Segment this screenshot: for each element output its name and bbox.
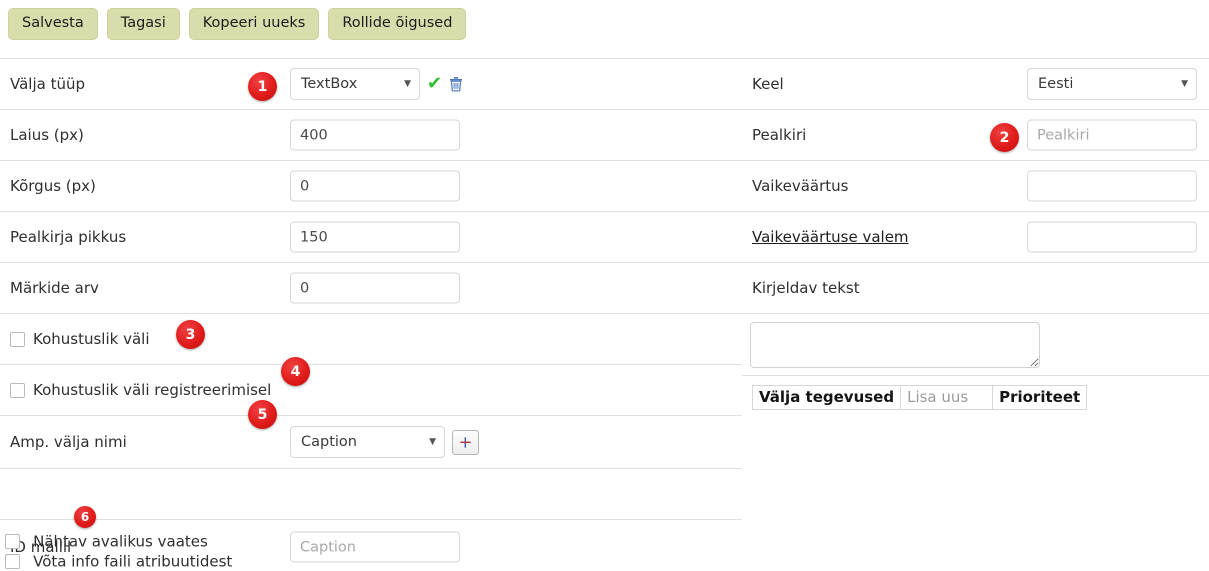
copy-as-new-button[interactable]: Kopeeri uueks	[188, 8, 320, 40]
language-controls: Eesti ▼	[1027, 68, 1197, 100]
public-view-checkbox[interactable]	[5, 534, 20, 549]
caption-length-input[interactable]	[290, 221, 460, 253]
label-required-field: Kohustuslik väli	[33, 330, 150, 348]
label-amp-field-name: Amp. välja nimi	[10, 433, 127, 451]
check-icon[interactable]: ✔	[427, 75, 442, 93]
label-language: Keel	[752, 75, 784, 93]
label-width: Laius (px)	[10, 126, 84, 144]
label-required-on-registration: Kohustuslik väli registreerimisel	[33, 381, 272, 399]
default-value-formula-input[interactable]	[1027, 221, 1197, 253]
public-view-row: Nähtav avalikus vaates	[0, 531, 400, 551]
required-field-checkbox[interactable]	[10, 331, 25, 347]
label-height: Kõrgus (px)	[10, 177, 96, 195]
annotation-badge-4: 4	[281, 357, 310, 386]
amp-field-controls: Caption ▼	[290, 426, 479, 458]
character-count-controls	[290, 272, 460, 304]
row-caption-length: Pealkirja pikkus	[0, 211, 742, 262]
toolbar: Salvesta Tagasi Kopeeri uueks Rollide õi…	[0, 0, 1209, 50]
row-spacer	[0, 468, 742, 519]
row-default-value-formula: Vaikeväärtuse valem	[742, 211, 1209, 262]
width-input[interactable]	[290, 119, 460, 151]
add-amp-field-button[interactable]	[452, 429, 479, 455]
row-caption: Pealkiri	[742, 109, 1209, 160]
field-actions-priority: Prioriteet	[992, 385, 1088, 410]
left-settings-column: Välja tüüp TextBox ▼ ✔ Laius (px) 400 Kõ…	[0, 58, 742, 571]
row-field-type: Välja tüüp TextBox ▼ ✔	[0, 58, 742, 109]
height-input[interactable]	[290, 170, 460, 202]
row-field-actions: Välja tegevused Lisa uus Prioriteet	[742, 375, 1209, 426]
right-settings-column: Keel Eesti ▼ Pealkiri Vaikeväärtus	[742, 58, 1209, 426]
label-default-value: Vaikeväärtus	[752, 177, 849, 195]
language-select-wrap: Eesti ▼	[1027, 68, 1197, 100]
trash-icon[interactable]	[449, 76, 463, 92]
label-default-value-formula-link[interactable]: Vaikeväärtuse valem	[742, 228, 909, 246]
default-value-formula-controls	[1027, 221, 1197, 253]
role-permissions-button[interactable]: Rollide õigused	[328, 8, 467, 40]
field-type-controls: TextBox ▼ ✔	[290, 68, 463, 100]
row-descriptive-textarea	[742, 313, 1209, 375]
annotation-badge-6: 6	[74, 506, 96, 528]
back-button[interactable]: Tagasi	[106, 8, 180, 40]
height-controls	[290, 170, 460, 202]
label-field-type: Välja tüüp	[10, 75, 85, 93]
label-file-attributes: Võta info faili atribuutidest	[33, 552, 233, 571]
amp-field-select-wrap: Caption ▼	[290, 426, 445, 458]
file-attributes-row: Võta info faili atribuutidest	[0, 551, 400, 571]
label-caption: Pealkiri	[752, 126, 807, 144]
field-actions-add-new[interactable]: Lisa uus	[900, 385, 994, 410]
row-language: Keel Eesti ▼	[742, 58, 1209, 109]
row-height: Kõrgus (px)	[0, 160, 742, 211]
label-public-view: Nähtav avalikus vaates	[33, 532, 208, 551]
default-value-controls	[1027, 170, 1197, 202]
default-value-input[interactable]	[1027, 170, 1197, 202]
field-actions-header: Välja tegevused	[751, 385, 902, 410]
row-character-count: Märkide arv	[0, 262, 742, 313]
page-root: Salvesta Tagasi Kopeeri uueks Rollide õi…	[0, 0, 1209, 571]
save-button[interactable]: Salvesta	[8, 8, 98, 40]
annotation-badge-3: 3	[176, 320, 205, 349]
caption-input[interactable]	[1027, 119, 1197, 151]
row-descriptive-text: Kirjeldav tekst	[742, 262, 1209, 313]
row-required-field: Kohustuslik väli	[0, 313, 742, 364]
row-required-on-registration: Kohustuslik väli registreerimisel	[0, 364, 742, 415]
caption-controls	[1027, 119, 1197, 151]
label-caption-length: Pealkirja pikkus	[10, 228, 127, 246]
plus-icon	[460, 436, 471, 448]
annotation-badge-1: 1	[248, 72, 277, 101]
row-width: Laius (px)	[0, 109, 742, 160]
language-select[interactable]: Eesti	[1027, 68, 1197, 100]
annotation-badge-5: 5	[248, 400, 277, 429]
character-count-input[interactable]	[290, 272, 460, 304]
descriptive-text-textarea[interactable]	[750, 322, 1040, 368]
row-default-value: Vaikeväärtus	[742, 160, 1209, 211]
annotation-badge-2: 2	[990, 123, 1019, 152]
file-attributes-checkbox[interactable]	[5, 554, 20, 569]
field-type-select[interactable]: TextBox	[290, 68, 420, 100]
width-controls	[290, 119, 460, 151]
amp-field-select[interactable]: Caption	[290, 426, 445, 458]
field-type-select-wrap: TextBox ▼	[290, 68, 420, 100]
label-character-count: Märkide arv	[10, 279, 99, 297]
required-on-registration-checkbox[interactable]	[10, 382, 25, 398]
label-descriptive-text: Kirjeldav tekst	[752, 279, 860, 297]
row-amp-field-name: Amp. välja nimi Caption ▼	[0, 415, 742, 468]
field-actions-table: Välja tegevused Lisa uus Prioriteet	[751, 385, 1088, 410]
caption-length-controls	[290, 221, 460, 253]
table-row: Välja tegevused Lisa uus Prioriteet	[751, 385, 1088, 410]
